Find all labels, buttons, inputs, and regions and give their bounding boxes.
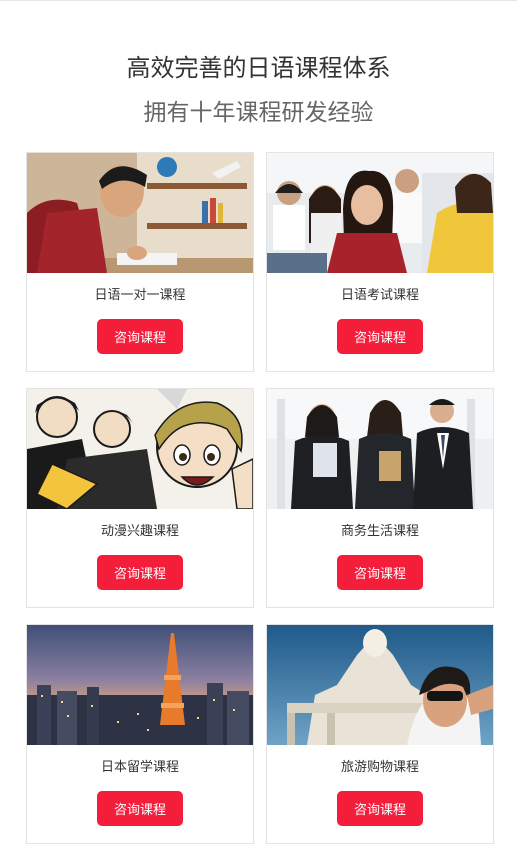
course-label: 动漫兴趣课程 <box>100 524 179 539</box>
tokyo-tower-photo <box>27 625 253 745</box>
consult-course-button[interactable]: 咨询课程 <box>337 791 423 826</box>
course-card-one-on-one[interactable]: 日语一对一课程 咨询课程 <box>26 152 254 372</box>
course-card-travel-shopping[interactable]: 旅游购物课程 咨询课程 <box>266 624 494 844</box>
section-title: 高效完善的日语课程体系 <box>126 54 391 82</box>
course-label: 商务生活课程 <box>340 524 419 539</box>
business-people-photo <box>267 389 493 509</box>
student-studying-photo <box>27 153 253 273</box>
course-label: 日语一对一课程 <box>94 288 186 303</box>
course-card-anime[interactable]: 动漫兴趣课程 咨询课程 <box>26 388 254 608</box>
section-subtitle: 拥有十年课程研发经验 <box>143 100 374 126</box>
course-label: 日语考试课程 <box>340 288 419 303</box>
consult-course-button[interactable]: 咨询课程 <box>337 555 423 590</box>
course-label: 日本留学课程 <box>100 760 179 775</box>
top-divider <box>0 0 517 1</box>
anime-characters-illustration <box>27 389 253 509</box>
consult-course-button[interactable]: 咨询课程 <box>97 319 183 354</box>
consult-course-button[interactable]: 咨询课程 <box>97 555 183 590</box>
course-label: 旅游购物课程 <box>340 760 419 775</box>
course-card-exam[interactable]: 日语考试课程 咨询课程 <box>266 152 494 372</box>
classroom-students-photo <box>267 153 493 273</box>
course-card-study-abroad[interactable]: 日本留学课程 咨询课程 <box>26 624 254 844</box>
course-grid: 日语一对一课程 咨询课程 日语考试课程 咨询课程 动漫兴趣课程 咨询课程 商务生… <box>26 152 494 844</box>
consult-course-button[interactable]: 咨询课程 <box>97 791 183 826</box>
consult-course-button[interactable]: 咨询课程 <box>337 319 423 354</box>
section-header: 高效完善的日语课程体系 拥有十年课程研发经验 <box>0 0 517 128</box>
tourist-selfie-photo <box>267 625 493 745</box>
course-card-business[interactable]: 商务生活课程 咨询课程 <box>266 388 494 608</box>
